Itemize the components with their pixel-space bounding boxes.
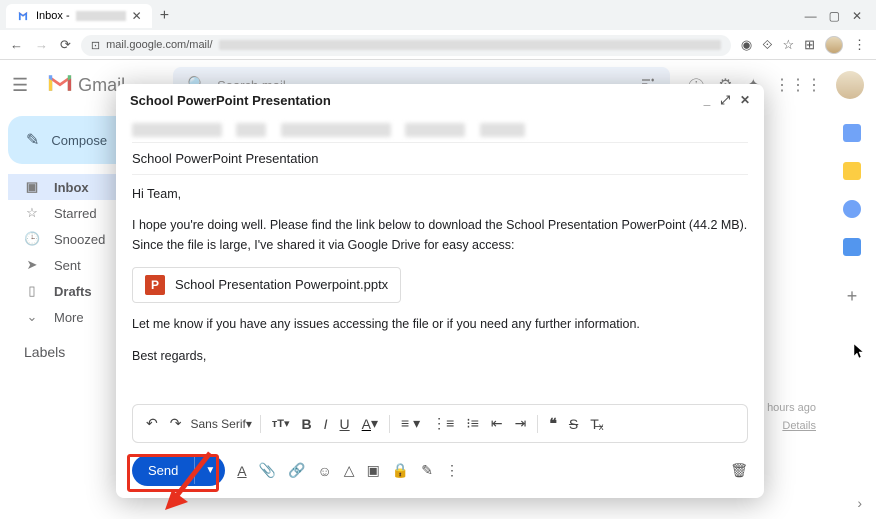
compose-window: School PowerPoint Presentation _ ⤢ ✕ Sch… bbox=[116, 84, 764, 498]
insert-drive-icon[interactable]: △ bbox=[344, 462, 355, 479]
star-icon: ☆ bbox=[24, 205, 40, 221]
sidebar-label: Inbox bbox=[54, 180, 89, 195]
formatting-toolbar: ↶ ↷ Sans Serif ▾ ᴛT ▾ B I U A ▾ ≡ ▾ ⋮≡ ⁝… bbox=[132, 404, 748, 443]
insert-emoji-icon[interactable]: ☺ bbox=[318, 463, 332, 479]
confidential-mode-icon[interactable]: 🔒 bbox=[392, 462, 409, 479]
back-icon[interactable]: ← bbox=[10, 37, 23, 53]
text-color-icon[interactable]: A ▾ bbox=[357, 411, 383, 436]
numbered-list-icon[interactable]: ⋮≡ bbox=[427, 411, 459, 436]
indent-more-icon[interactable]: ⇥ bbox=[510, 411, 532, 436]
hours-ago-text: hours ago bbox=[767, 400, 816, 418]
recipients-field[interactable] bbox=[132, 117, 748, 143]
redo-icon[interactable]: ↷ bbox=[165, 411, 187, 436]
cursor-icon bbox=[854, 344, 866, 360]
sidebar-label: Drafts bbox=[54, 284, 92, 299]
send-dropdown-icon[interactable]: ▼ bbox=[194, 457, 225, 484]
extensions-icon[interactable]: ⊞ bbox=[804, 37, 815, 53]
attachment-filename: School Presentation Powerpoint.pptx bbox=[175, 275, 388, 295]
powerpoint-icon: P bbox=[145, 275, 165, 295]
italic-icon[interactable]: I bbox=[319, 412, 333, 436]
compose-label: Compose bbox=[51, 133, 107, 148]
quote-icon[interactable]: ❝ bbox=[544, 411, 562, 436]
gmail-logo[interactable]: Gmail bbox=[46, 73, 125, 98]
maximize-icon[interactable]: ▢ bbox=[829, 9, 840, 23]
address-bar[interactable]: ⊡ mail.google.com/mail/ bbox=[81, 35, 731, 56]
strikethrough-icon[interactable]: S bbox=[564, 412, 583, 436]
drive-attachment-chip[interactable]: P School Presentation Powerpoint.pptx bbox=[132, 267, 401, 303]
sidebar-label: Sent bbox=[54, 258, 81, 273]
forward-icon[interactable]: → bbox=[35, 37, 48, 53]
minimize-compose-icon[interactable]: _ bbox=[704, 93, 711, 108]
close-window-icon[interactable]: ✕ bbox=[852, 9, 862, 23]
reload-icon[interactable]: ⟳ bbox=[60, 37, 71, 53]
close-compose-icon[interactable]: ✕ bbox=[740, 93, 750, 108]
font-selector[interactable]: Sans Serif ▾ bbox=[188, 417, 253, 431]
sidebar-label: Snoozed bbox=[54, 232, 105, 247]
sidebar-label: Starred bbox=[54, 206, 97, 221]
message-body[interactable]: Hi Team, I hope you're doing well. Pleas… bbox=[132, 175, 748, 388]
pencil-icon: ✎ bbox=[26, 130, 39, 150]
addons-plus-icon[interactable]: + bbox=[847, 286, 858, 307]
share-icon[interactable]: ⟐ bbox=[762, 37, 772, 53]
font-size-icon[interactable]: ᴛT ▾ bbox=[267, 413, 295, 434]
body-greeting: Hi Team, bbox=[132, 185, 748, 204]
browser-tab[interactable]: Inbox - ✕ bbox=[6, 4, 152, 28]
bookmark-icon[interactable]: ☆ bbox=[782, 37, 794, 53]
apps-icon[interactable]: ⋮⋮⋮ bbox=[774, 75, 822, 95]
body-signoff: Best regards, bbox=[132, 347, 748, 366]
formatting-toggle-icon[interactable]: A bbox=[237, 463, 246, 479]
new-tab-button[interactable]: + bbox=[152, 7, 177, 25]
side-panel-chevron-icon[interactable]: › bbox=[857, 495, 862, 511]
underline-icon[interactable]: U bbox=[335, 412, 355, 436]
more-options-icon[interactable]: ⋮ bbox=[445, 462, 459, 479]
undo-icon[interactable]: ↶ bbox=[141, 411, 163, 436]
align-icon[interactable]: ≡ ▾ bbox=[396, 411, 425, 436]
bold-icon[interactable]: B bbox=[297, 412, 317, 436]
compose-title: School PowerPoint Presentation bbox=[130, 93, 331, 108]
body-paragraph-1: I hope you're doing well. Please find th… bbox=[132, 216, 748, 255]
tasks-icon[interactable] bbox=[843, 200, 861, 218]
close-tab-icon[interactable]: ✕ bbox=[132, 9, 142, 23]
indent-less-icon[interactable]: ⇤ bbox=[486, 411, 508, 436]
browser-menu-icon[interactable]: ⋮ bbox=[853, 37, 866, 53]
details-link[interactable]: Details bbox=[767, 418, 816, 436]
chevron-down-icon: ⌄ bbox=[24, 309, 40, 325]
sidebar-label: More bbox=[54, 310, 84, 325]
browser-profile-icon[interactable] bbox=[825, 36, 843, 54]
keep-icon[interactable] bbox=[843, 162, 861, 180]
insert-link-icon[interactable]: 🔗 bbox=[288, 462, 305, 479]
send-label: Send bbox=[132, 455, 194, 486]
popout-compose-icon[interactable]: ⤢ bbox=[720, 93, 730, 108]
send-button[interactable]: Send ▼ bbox=[132, 455, 225, 486]
subject-field[interactable]: School PowerPoint Presentation bbox=[132, 143, 748, 175]
discard-draft-icon[interactable]: 🗑 bbox=[730, 462, 748, 479]
gmail-favicon bbox=[16, 9, 30, 23]
contacts-icon[interactable] bbox=[843, 238, 861, 256]
body-paragraph-2: Let me know if you have any issues acces… bbox=[132, 315, 748, 334]
insert-photo-icon[interactable]: ▣ bbox=[367, 462, 380, 479]
url-text: mail.google.com/mail/ bbox=[106, 39, 212, 51]
eye-icon[interactable]: ◉ bbox=[741, 37, 752, 53]
inbox-icon: ▣ bbox=[24, 179, 40, 195]
minimize-icon[interactable]: — bbox=[805, 9, 817, 23]
tab-title: Inbox - bbox=[36, 10, 70, 22]
bulleted-list-icon[interactable]: ⁝≡ bbox=[461, 411, 484, 436]
attach-file-icon[interactable]: 📎 bbox=[259, 462, 276, 479]
account-avatar[interactable] bbox=[836, 71, 864, 99]
main-menu-icon[interactable]: ☰ bbox=[12, 75, 28, 96]
clock-icon: 🕒 bbox=[24, 231, 40, 247]
insert-signature-icon[interactable]: ✎ bbox=[421, 462, 433, 479]
site-info-icon[interactable]: ⊡ bbox=[91, 39, 100, 52]
draft-icon: ▯ bbox=[24, 283, 40, 299]
calendar-icon[interactable] bbox=[843, 124, 861, 142]
send-icon: ➤ bbox=[24, 257, 40, 273]
remove-formatting-icon[interactable]: T̶ₓ bbox=[585, 412, 608, 436]
